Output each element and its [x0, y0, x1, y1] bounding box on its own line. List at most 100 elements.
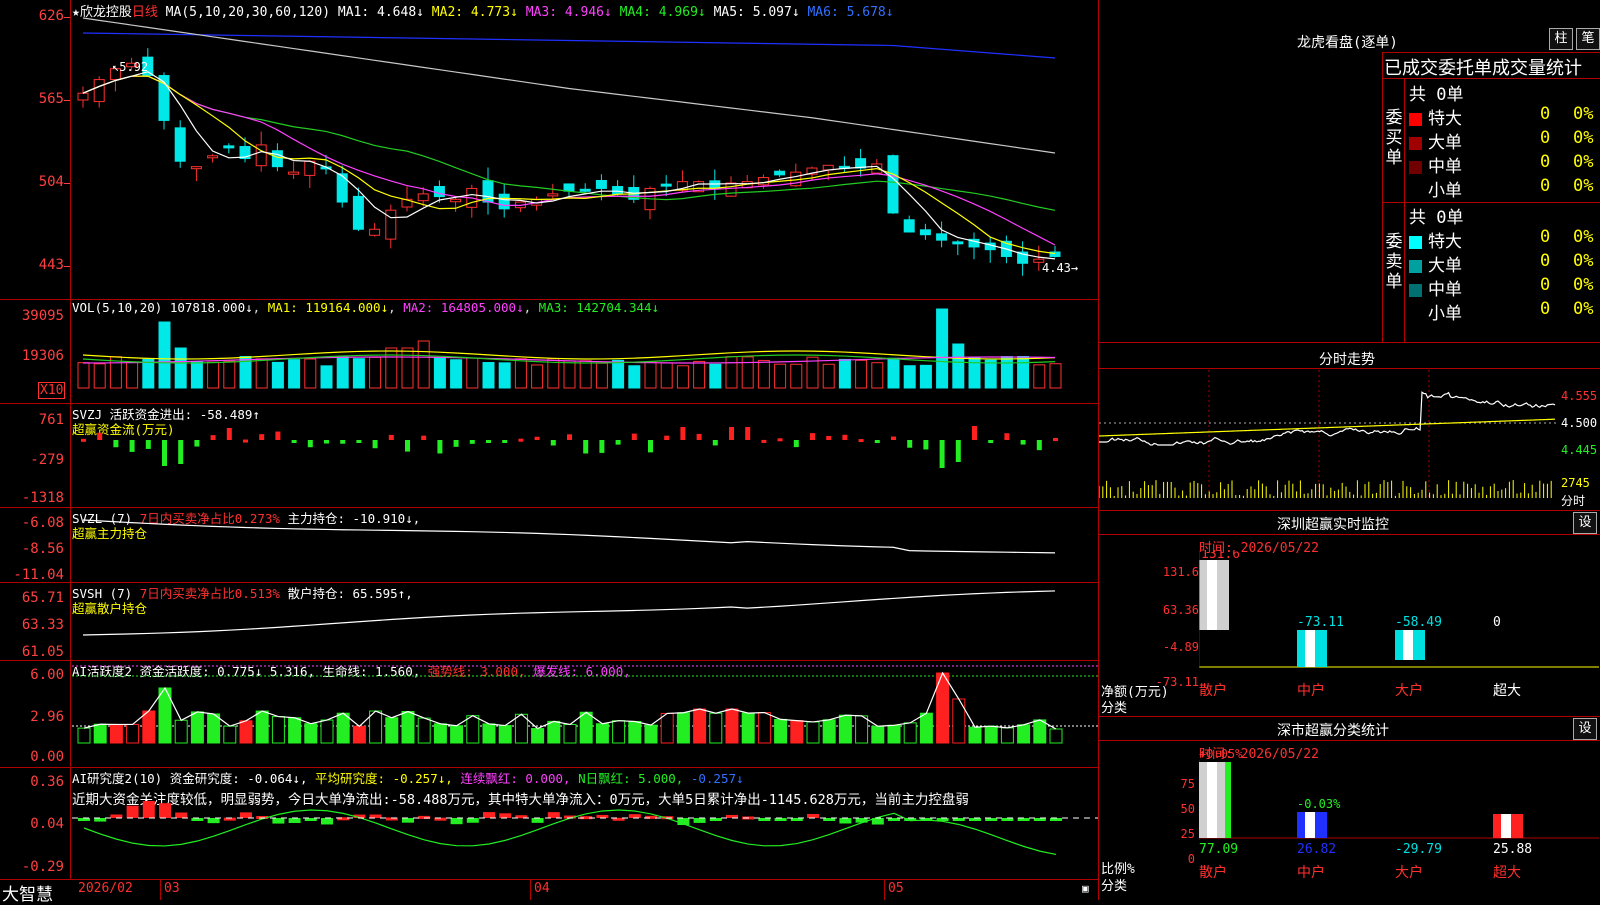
sz-y-label: 131.6 — [1162, 565, 1199, 579]
date-label: 2026/02 — [78, 881, 133, 896]
lock-icon[interactable]: ▣ — [1082, 882, 1089, 895]
flow-bar — [777, 438, 783, 442]
volume-bar — [1049, 363, 1062, 389]
svzl-label: -11.04 — [13, 567, 64, 583]
volume-bar — [757, 359, 770, 389]
sc-cat-label: 中户 — [1297, 864, 1325, 881]
volume-bar — [514, 358, 527, 389]
sz-monitor-chart[interactable]: 131.6 -73.11 -58.49 0 散户 中户 大户 超大 — [1199, 550, 1599, 710]
volume-chart[interactable] — [72, 300, 1098, 404]
fs-vol-label: 2745 — [1561, 476, 1590, 490]
activity-line — [83, 671, 1057, 730]
candle-body — [612, 186, 624, 195]
volume-bar — [612, 359, 625, 389]
intraday-chart[interactable] — [1099, 370, 1559, 510]
sc-settings-button[interactable]: 设 — [1573, 718, 1597, 740]
flow-bar — [453, 440, 459, 447]
sell-row-m: 中单 0 0% — [1409, 275, 1593, 300]
brand-logo[interactable]: 大智慧 — [2, 880, 53, 905]
candle-body — [288, 171, 300, 175]
ai1-label: 6.00 — [30, 667, 64, 683]
volume-bar — [255, 358, 268, 389]
research-bar — [288, 818, 301, 823]
retail-hold-line — [82, 590, 1056, 636]
buy-row-s: 小单 0 0% — [1409, 176, 1593, 201]
ai1-chart[interactable] — [72, 661, 1098, 768]
svzl-chart[interactable] — [72, 508, 1098, 583]
sz-y-label: -4.89 — [1162, 640, 1199, 654]
flow-bar — [437, 440, 443, 454]
flow-bar — [81, 438, 86, 442]
candle-body — [223, 145, 235, 149]
activity-bar — [385, 717, 399, 744]
activity-bar — [288, 717, 302, 744]
price-label: 565 — [38, 91, 64, 107]
flow-bar — [178, 440, 184, 464]
flow-bar — [1020, 440, 1026, 445]
candle-body — [352, 195, 364, 230]
activity-bar — [174, 719, 188, 744]
volume-bar — [417, 340, 430, 389]
volume-bar — [579, 360, 592, 389]
price-label: 504 — [38, 174, 64, 190]
sc-y-label: 0 — [1187, 852, 1195, 866]
svzl-panel[interactable]: SVZL (7) 7日内买卖净占比0.273% 主力持仓: -10.910↓, … — [0, 508, 1098, 583]
sz-settings-button[interactable]: 设 — [1573, 512, 1597, 534]
candle-body — [563, 183, 575, 192]
activity-bar — [498, 725, 512, 744]
svsh-panel[interactable]: SVSH (7) 7日内买卖净占比0.513% 散户持仓: 65.595↑, 超… — [0, 583, 1098, 661]
ai-research-panel[interactable]: AI研究度2(10) 资金研究度: -0.064↓, 平均研究度: -0.257… — [0, 768, 1098, 880]
volume-bar — [709, 363, 722, 389]
flow-bar — [891, 436, 896, 440]
x-axis: 大智慧 2026/02 03 04 05 ▣ — [0, 880, 1098, 905]
volume-panel[interactable]: VOL(5,10,20) 107818.000↓, MA1: 119164.00… — [0, 300, 1098, 404]
tick-mode-button[interactable]: 笔 — [1576, 28, 1600, 50]
activity-bar — [93, 723, 107, 744]
right-panel: 龙虎看盘(逐单) 柱 笔 已成交委托单成交量统计 委买单 共 0单 特大 0 0% … — [1099, 0, 1600, 900]
activity-bar — [417, 717, 431, 744]
activity-bar — [774, 718, 788, 744]
candle-body — [757, 177, 769, 186]
volume-bar — [401, 347, 414, 389]
activity-bar — [676, 712, 690, 744]
svzj-chart[interactable] — [72, 404, 1098, 508]
activity-bar — [239, 720, 253, 744]
ai-activity-panel[interactable]: AI活跃度2 资金活跃度: 0.775↓ 5.316, 生命线: 1.560, … — [0, 661, 1098, 768]
bar-mode-button[interactable]: 柱 — [1549, 28, 1573, 50]
activity-bar — [919, 712, 933, 744]
volume-bar — [320, 365, 333, 389]
candlestick-chart[interactable] — [72, 0, 1098, 300]
volume-bar — [725, 356, 738, 389]
activity-bar — [190, 711, 204, 744]
ai2-chart[interactable] — [72, 768, 1098, 880]
sc-stat-chart[interactable]: +0.05% -0.03% 77.09 26.82 -29.79 25.88 散户 中户 大户 超… — [1199, 740, 1599, 900]
research-bar — [531, 818, 544, 823]
activity-bar — [271, 716, 285, 744]
flow-bar — [243, 439, 248, 443]
activity-bar — [644, 724, 658, 744]
sz-cat-label: 大户 — [1395, 682, 1423, 699]
sz-bar-large-highlight — [1403, 630, 1413, 660]
ma5-line — [82, 17, 1056, 154]
svsh-chart[interactable] — [72, 583, 1098, 661]
candle-body — [579, 188, 591, 192]
fs-label: 4.555 — [1561, 389, 1598, 403]
activity-bar — [77, 727, 91, 744]
volume-bar — [741, 356, 754, 389]
price-line — [1099, 391, 1556, 446]
candle-body — [936, 233, 948, 241]
svzj-panel[interactable]: SVZJ 活跃资金进出: -58.489↑ 超赢资金流(万元) 761 -279… — [0, 404, 1098, 508]
flow-bar — [631, 433, 637, 440]
ma6-line — [82, 32, 1056, 59]
volume-bar — [644, 361, 657, 389]
volume-bar — [563, 360, 576, 389]
activity-bar — [984, 725, 998, 744]
date-label: 04 — [534, 881, 550, 896]
kline-panel[interactable]: ★欣龙控股日线 MA(5,10,20,30,60,120) MA1: 4.648… — [0, 0, 1098, 300]
flow-bar — [761, 439, 767, 443]
volume-bar — [126, 361, 139, 389]
volume-bar — [531, 364, 544, 389]
sz-cat-label: 散户 — [1199, 682, 1227, 699]
activity-bar — [450, 725, 464, 744]
ai2-label: 0.36 — [30, 774, 64, 790]
